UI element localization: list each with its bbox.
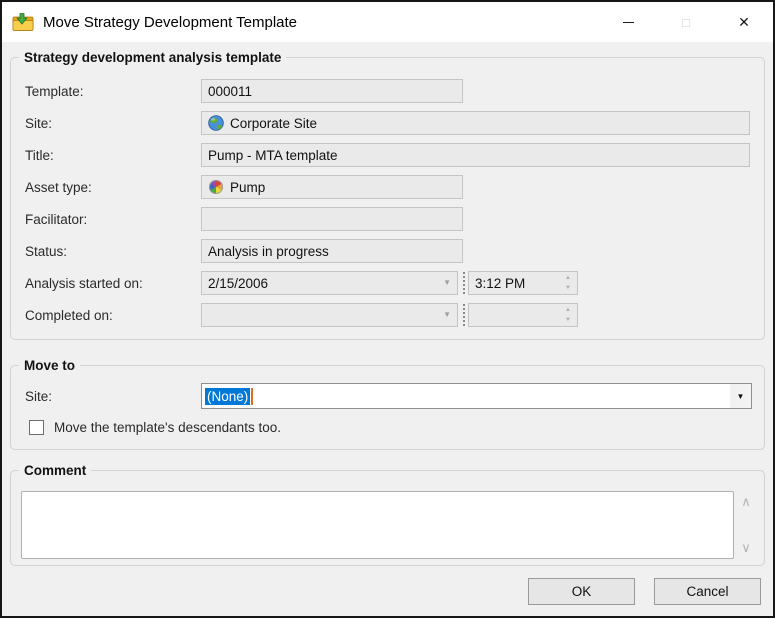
combo-dropdown-button[interactable]: ▼ (730, 384, 751, 408)
title-value: Pump - MTA template (208, 147, 338, 163)
move-descendants-label: Move the template's descendants too. (54, 420, 281, 435)
completed-date-picker: ▼ (201, 303, 458, 327)
move-to-group: Move to Site: (None) ▼ Move the template… (10, 357, 765, 450)
template-row: Template: 000011 (11, 79, 764, 103)
date-time-separator (463, 272, 465, 294)
title-label: Title: (25, 147, 54, 163)
move-site-label: Site: (25, 388, 53, 404)
analysis-started-label: Analysis started on: (25, 275, 143, 291)
template-info-group: Strategy development analysis template T… (10, 49, 765, 340)
comment-group-title: Comment (19, 462, 92, 479)
minimize-button[interactable] (599, 2, 657, 42)
title-field: Pump - MTA template (201, 143, 750, 167)
maximize-button: □ (657, 2, 715, 42)
ok-button[interactable]: OK (528, 578, 635, 605)
date-time-separator (463, 304, 465, 326)
facilitator-field (201, 207, 463, 231)
comment-scrollbar[interactable]: ∧ ∨ (734, 491, 758, 559)
minimize-icon (622, 21, 634, 23)
title-bar: Move Strategy Development Template □ ✕ (2, 2, 773, 42)
chevron-down-icon: ▼ (736, 391, 745, 401)
comment-input[interactable] (21, 491, 734, 559)
template-group-title: Strategy development analysis template (19, 49, 287, 66)
scroll-down-icon[interactable]: ∨ (741, 540, 751, 556)
date-dropdown-icon[interactable]: ▼ (443, 279, 451, 287)
asset-type-value: Pump (230, 179, 266, 195)
date-dropdown-icon: ▼ (443, 310, 451, 319)
move-site-combobox[interactable]: (None) ▼ (201, 383, 752, 409)
spin-up-icon[interactable]: ▲ (565, 275, 571, 281)
move-template-dialog: Move Strategy Development Template □ ✕ S… (0, 0, 775, 618)
spin-down-icon[interactable]: ▼ (565, 285, 571, 291)
comment-group: Comment ∧ ∨ (10, 462, 765, 566)
site-field: Corporate Site (201, 111, 750, 135)
site-label: Site: (25, 115, 53, 131)
title-row: Title: Pump - MTA template (11, 143, 764, 167)
facilitator-label: Facilitator: (25, 211, 88, 227)
template-label: Template: (25, 83, 84, 99)
analysis-started-time-value: 3:12 PM (475, 275, 526, 291)
completed-row: Completed on: ▼ ▲ ▼ (11, 303, 764, 327)
completed-time-spinner: ▲ ▼ (468, 303, 578, 327)
move-folder-icon (12, 12, 34, 31)
dialog-actions: OK Cancel (2, 578, 761, 605)
site-value: Corporate Site (230, 115, 318, 131)
move-descendants-checkbox[interactable] (29, 420, 44, 435)
text-caret (251, 387, 254, 405)
spin-up-icon: ▲ (565, 307, 571, 313)
time-spinner-arrows: ▲ ▼ (565, 307, 571, 323)
status-row: Status: Analysis in progress (11, 239, 764, 263)
analysis-started-time-spinner[interactable]: 3:12 PM ▲ ▼ (468, 271, 578, 295)
asset-type-row: Asset type: Pump (11, 175, 764, 199)
asset-type-label: Asset type: (25, 179, 92, 195)
time-spinner-arrows[interactable]: ▲ ▼ (565, 275, 571, 291)
status-label: Status: (25, 243, 68, 259)
template-field: 000011 (201, 79, 463, 103)
template-value: 000011 (208, 83, 253, 99)
close-icon: ✕ (738, 13, 750, 30)
analysis-started-date-picker[interactable]: 2/15/2006 ▼ (201, 271, 458, 295)
facilitator-row: Facilitator: (11, 207, 764, 231)
status-field: Analysis in progress (201, 239, 463, 263)
asset-type-field: Pump (201, 175, 463, 199)
asset-cube-icon (209, 180, 223, 194)
descendants-row: Move the template's descendants too. (11, 420, 764, 435)
scroll-up-icon[interactable]: ∧ (741, 494, 751, 510)
status-value: Analysis in progress (208, 243, 329, 259)
window-title: Move Strategy Development Template (43, 13, 298, 31)
completed-label: Completed on: (25, 307, 113, 323)
move-site-selected-value: (None) (205, 387, 251, 405)
cancel-button[interactable]: Cancel (654, 578, 761, 605)
analysis-started-date-value: 2/15/2006 (208, 275, 269, 291)
move-to-group-title: Move to (19, 357, 81, 374)
spin-down-icon: ▼ (565, 317, 571, 323)
maximize-icon: □ (682, 14, 690, 30)
analysis-started-row: Analysis started on: 2/15/2006 ▼ 3:12 PM… (11, 271, 764, 295)
close-button[interactable]: ✕ (715, 2, 773, 42)
site-row: Site: Corporate Site (11, 111, 764, 135)
move-site-row: Site: (None) ▼ (11, 383, 764, 409)
globe-icon (208, 115, 224, 131)
